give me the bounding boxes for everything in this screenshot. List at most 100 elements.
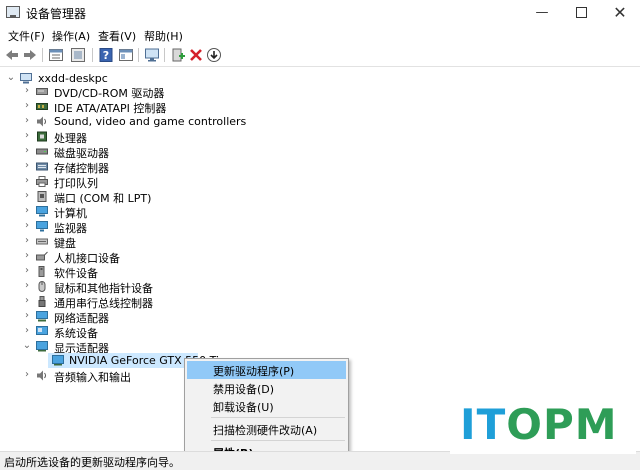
tree-category-processor[interactable]: › 处理器	[0, 129, 400, 145]
device-manager-icon	[6, 6, 20, 18]
expand-arrow-icon[interactable]: ›	[22, 85, 32, 97]
tree-category-mouse[interactable]: › 鼠标和其他指针设备	[0, 279, 400, 295]
collapse-arrow-icon[interactable]: ⌄	[22, 340, 32, 352]
minimize-button[interactable]: —	[522, 2, 562, 24]
hid-icon	[36, 251, 48, 261]
menu-scan-hardware[interactable]: 扫描检测硬件改动(A)	[187, 420, 346, 438]
expand-arrow-icon[interactable]: ›	[22, 130, 32, 142]
toolbar: ?	[0, 44, 640, 67]
expand-arrow-icon[interactable]: ›	[22, 310, 32, 322]
expand-arrow-icon[interactable]: ›	[22, 280, 32, 292]
tree-category-storage[interactable]: › 存储控制器	[0, 159, 400, 175]
processor-icon	[37, 131, 47, 142]
computer-icon	[36, 206, 48, 217]
status-text: 启动所选设备的更新驱动程序向导。	[4, 456, 180, 469]
menu-update-driver[interactable]: 更新驱动程序(P)	[187, 361, 346, 379]
tree-category-network[interactable]: › 网络适配器	[0, 309, 400, 325]
tree-category-keyboard[interactable]: › 键盘	[0, 234, 400, 250]
expand-arrow-icon[interactable]: ›	[22, 115, 32, 127]
scan-hardware-icon[interactable]	[144, 47, 160, 63]
tree-category-display[interactable]: ⌄ 显示适配器	[0, 339, 400, 355]
tree-category-monitor[interactable]: › 监视器	[0, 219, 400, 235]
forward-icon[interactable]	[22, 47, 38, 63]
printer-icon	[36, 176, 48, 187]
menu-separator	[211, 440, 345, 441]
expand-arrow-icon[interactable]: ›	[22, 220, 32, 232]
tree-category-system[interactable]: › 系统设备	[0, 324, 400, 340]
menu-action[interactable]: 操作(A)	[52, 28, 90, 44]
device-manager-window: 设备管理器 — ✕ 文件(F) 操作(A) 查看(V) 帮助(H) ? ⌄ xx…	[0, 0, 640, 470]
dvd-drive-icon	[36, 88, 48, 95]
computer-icon	[20, 73, 32, 84]
storage-controller-icon	[36, 162, 48, 171]
network-adapter-icon	[36, 311, 48, 322]
tree-category-sound[interactable]: › Sound, video and game controllers	[0, 114, 400, 129]
toolbar-separator	[92, 48, 93, 62]
expand-arrow-icon[interactable]: ›	[22, 369, 32, 381]
properties-view-icon[interactable]	[48, 47, 64, 63]
uninstall-icon[interactable]	[188, 47, 204, 63]
watermark-logo: ITOPM	[450, 398, 636, 454]
mouse-icon	[38, 281, 46, 292]
menu-file[interactable]: 文件(F)	[8, 28, 45, 44]
expand-arrow-icon[interactable]: ›	[22, 205, 32, 217]
keyboard-icon	[36, 238, 48, 245]
console-tree-icon[interactable]	[70, 47, 86, 63]
toolbar-separator	[164, 48, 165, 62]
ide-controller-icon	[36, 103, 48, 110]
menu-uninstall-device[interactable]: 卸载设备(U)	[187, 397, 346, 415]
details-view-icon[interactable]	[118, 47, 134, 63]
maximize-icon	[575, 7, 587, 18]
category-label: 音频输入和输出	[54, 371, 131, 384]
tree-category-ide[interactable]: › IDE ATA/ATAPI 控制器	[0, 99, 400, 115]
expand-arrow-icon[interactable]: ›	[22, 100, 32, 112]
tree-category-disk[interactable]: › 磁盘驱动器	[0, 144, 400, 160]
menu-bar: 文件(F) 操作(A) 查看(V) 帮助(H)	[0, 26, 640, 44]
toolbar-separator	[42, 48, 43, 62]
port-icon	[37, 191, 47, 202]
help-icon[interactable]: ?	[98, 47, 114, 63]
watermark-text: ITOPM	[460, 400, 618, 449]
tree-category-hid[interactable]: › 人机接口设备	[0, 249, 400, 265]
display-adapter-icon	[36, 341, 48, 352]
tree-category-usb[interactable]: › 通用串行总线控制器	[0, 294, 400, 310]
menu-view[interactable]: 查看(V)	[98, 28, 136, 44]
expand-arrow-icon[interactable]: ›	[22, 235, 32, 247]
tree-category-software[interactable]: › 软件设备	[0, 264, 400, 280]
update-driver-icon[interactable]	[206, 47, 222, 63]
collapse-arrow-icon[interactable]: ⌄	[6, 72, 16, 84]
system-device-icon	[36, 326, 48, 335]
menu-separator	[211, 417, 345, 418]
expand-arrow-icon[interactable]: ›	[22, 265, 32, 277]
expand-arrow-icon[interactable]: ›	[22, 160, 32, 172]
maximize-button[interactable]	[561, 2, 601, 24]
software-device-icon	[38, 266, 45, 277]
speaker-icon	[37, 370, 46, 381]
tree-category-print-queue[interactable]: › 打印队列	[0, 174, 400, 190]
monitor-icon	[36, 221, 48, 232]
category-label: Sound, video and game controllers	[54, 115, 247, 128]
tree-category-ports[interactable]: › 端口 (COM 和 LPT)	[0, 189, 400, 205]
expand-arrow-icon[interactable]: ›	[22, 250, 32, 262]
context-menu: 更新驱动程序(P) 禁用设备(D) 卸载设备(U) 扫描检测硬件改动(A) 属性…	[184, 358, 349, 464]
expand-arrow-icon[interactable]: ›	[22, 295, 32, 307]
expand-arrow-icon[interactable]: ›	[22, 175, 32, 187]
close-button[interactable]: ✕	[600, 2, 640, 24]
window-title: 设备管理器	[26, 7, 87, 21]
speaker-icon	[37, 116, 46, 127]
menu-help[interactable]: 帮助(H)	[144, 28, 183, 44]
expand-arrow-icon[interactable]: ›	[22, 190, 32, 202]
add-driver-icon[interactable]	[170, 47, 186, 63]
expand-arrow-icon[interactable]: ›	[22, 145, 32, 157]
tree-device-gpu[interactable]: NVIDIA GeForce GTX 550 Ti	[48, 353, 219, 368]
title-bar: 设备管理器 — ✕	[0, 0, 640, 26]
display-adapter-icon	[52, 355, 64, 366]
menu-disable-device[interactable]: 禁用设备(D)	[187, 379, 346, 397]
tree-category-computer[interactable]: › 计算机	[0, 204, 400, 220]
toolbar-separator	[138, 48, 139, 62]
back-icon[interactable]	[4, 47, 20, 63]
tree-category-dvd[interactable]: › DVD/CD-ROM 驱动器	[0, 84, 400, 100]
disk-drive-icon	[36, 148, 48, 155]
expand-arrow-icon[interactable]: ›	[22, 325, 32, 337]
usb-controller-icon	[38, 296, 46, 307]
